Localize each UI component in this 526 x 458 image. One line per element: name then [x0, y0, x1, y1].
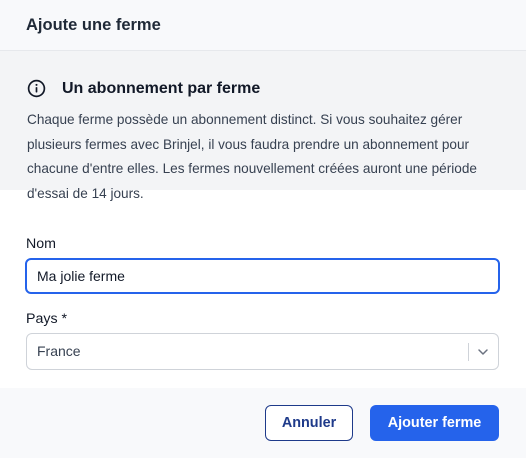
dialog-footer: Annuler Ajouter ferme	[0, 388, 526, 458]
cancel-button[interactable]: Annuler	[265, 405, 353, 441]
add-farm-dialog: Ajoute une ferme Un abonnement par ferme…	[0, 0, 526, 458]
select-separator	[468, 343, 469, 361]
info-title: Un abonnement par ferme	[62, 79, 261, 97]
dialog-header: Ajoute une ferme	[0, 0, 526, 50]
country-select[interactable]: France	[26, 333, 499, 370]
info-panel: Un abonnement par ferme Chaque ferme pos…	[0, 50, 526, 201]
add-farm-button[interactable]: Ajouter ferme	[370, 405, 499, 441]
chevron-down-icon[interactable]	[476, 345, 490, 359]
info-text: Chaque ferme possède un abonnement disti…	[27, 112, 477, 201]
country-select-value: France	[37, 343, 81, 359]
info-icon	[27, 79, 46, 98]
name-input[interactable]	[25, 258, 500, 294]
name-label: Nom	[26, 236, 56, 252]
info-heading: Un abonnement par ferme	[27, 79, 260, 98]
dialog-title: Ajoute une ferme	[26, 15, 161, 34]
country-label: Pays *	[26, 311, 68, 327]
